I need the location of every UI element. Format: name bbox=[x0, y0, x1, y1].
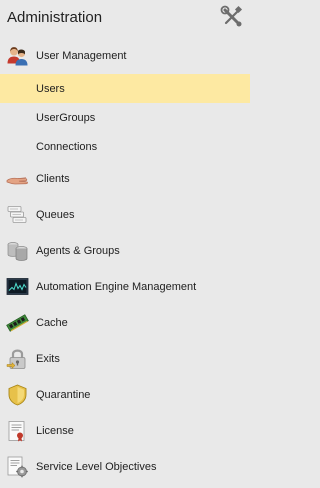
menu-item-label: Quarantine bbox=[36, 389, 91, 401]
panel-header: Administration bbox=[0, 0, 250, 38]
menu-item-automation-engine-management[interactable]: Automation Engine Management bbox=[0, 269, 250, 305]
administration-panel: Administration User Management Users Use… bbox=[0, 0, 250, 488]
memory-icon bbox=[6, 312, 29, 335]
certificate-icon bbox=[6, 420, 29, 443]
menu-item-users[interactable]: Users bbox=[0, 74, 250, 103]
menu-item-usergroups[interactable]: UserGroups bbox=[0, 103, 250, 132]
menu-item-label: Queues bbox=[36, 209, 75, 221]
menu-item-label: Clients bbox=[36, 173, 70, 185]
menu-item-label: Users bbox=[36, 82, 65, 95]
menu-item-cache[interactable]: Cache bbox=[0, 305, 250, 341]
menu-item-quarantine[interactable]: Quarantine bbox=[0, 377, 250, 413]
menu-item-user-management[interactable]: User Management bbox=[0, 38, 250, 74]
menu-item-label: Exits bbox=[36, 353, 60, 365]
menu-item-service-level-objectives[interactable]: Service Level Objectives bbox=[0, 449, 250, 485]
tools-icon[interactable] bbox=[220, 5, 244, 29]
menu-item-queues[interactable]: Queues bbox=[0, 197, 250, 233]
users-icon bbox=[6, 45, 29, 68]
queue-icon bbox=[6, 204, 29, 227]
shield-icon bbox=[6, 384, 29, 407]
menu-item-label: User Management bbox=[36, 50, 127, 62]
menu-item-label: UserGroups bbox=[36, 111, 96, 124]
menu-item-label: Connections bbox=[36, 140, 98, 153]
menu-item-label: License bbox=[36, 425, 74, 437]
menu-item-label: Cache bbox=[36, 317, 68, 329]
menu-item-clients[interactable]: Clients bbox=[0, 161, 250, 197]
panel-title: Administration bbox=[7, 9, 103, 26]
admin-menu: User Management Users UserGroups Connect… bbox=[0, 38, 250, 485]
menu-item-label: Automation Engine Management bbox=[36, 281, 197, 293]
menu-item-agents-groups[interactable]: Agents & Groups bbox=[0, 233, 250, 269]
menu-item-label: Agents & Groups bbox=[36, 245, 120, 257]
document-gear-icon bbox=[6, 456, 29, 479]
menu-item-label: Service Level Objectives bbox=[36, 461, 157, 473]
hand-icon bbox=[6, 168, 29, 191]
monitor-icon bbox=[6, 276, 29, 299]
server-icon bbox=[6, 240, 29, 263]
padlock-icon bbox=[6, 348, 29, 371]
menu-item-exits[interactable]: Exits bbox=[0, 341, 250, 377]
menu-item-connections[interactable]: Connections bbox=[0, 132, 250, 161]
menu-item-license[interactable]: License bbox=[0, 413, 250, 449]
